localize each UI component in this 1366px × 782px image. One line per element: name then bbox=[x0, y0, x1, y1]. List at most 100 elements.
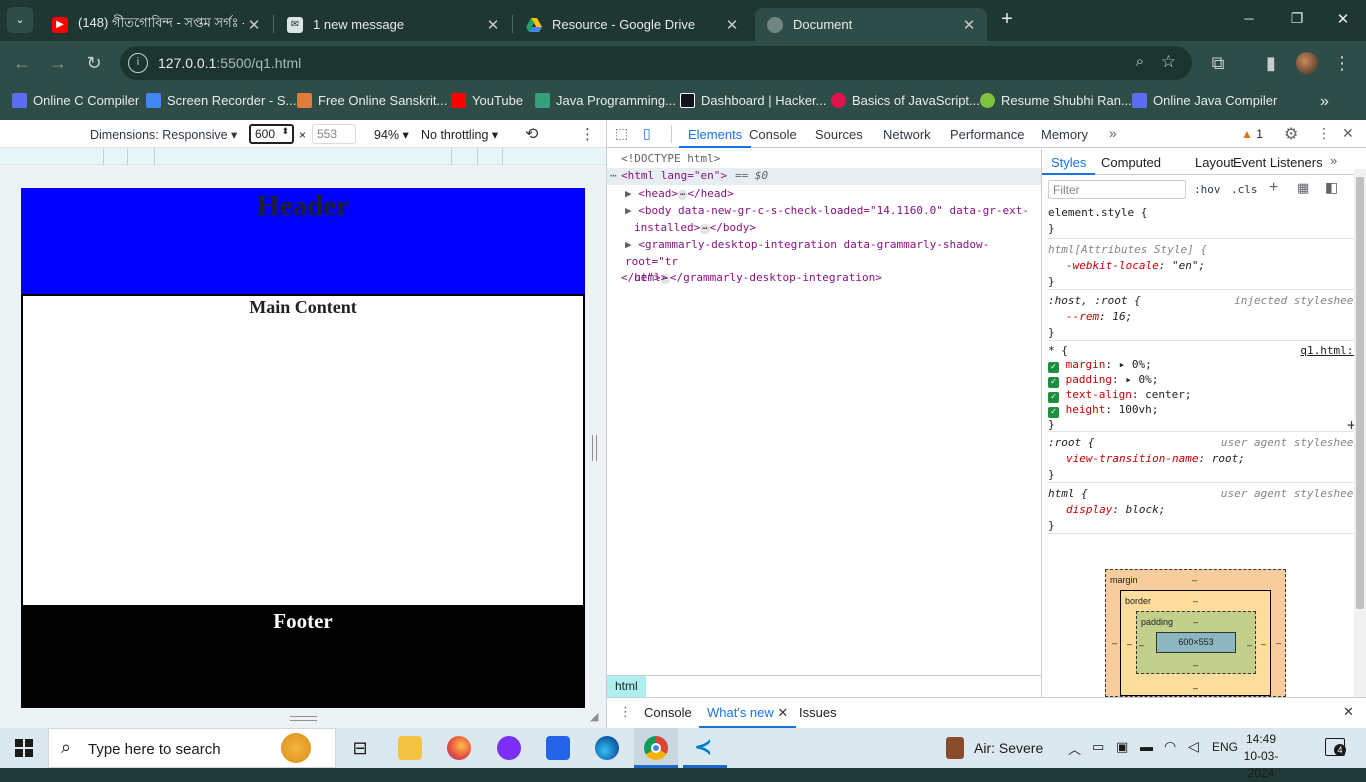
checkbox[interactable]: ✓ bbox=[1048, 392, 1059, 403]
width-input[interactable]: 600 ⬍ bbox=[249, 124, 294, 144]
declaration-margin[interactable]: ✓ margin: ▸ 0%; bbox=[1048, 358, 1362, 373]
declaration-height[interactable]: ✓ height: 100vh; bbox=[1048, 403, 1362, 418]
bookmark-item[interactable]: Online Java Compiler bbox=[1132, 93, 1277, 108]
source-link[interactable]: q1.html:8 bbox=[1300, 344, 1360, 358]
tab-styles[interactable]: Styles bbox=[1042, 149, 1096, 175]
tab-network[interactable]: Network bbox=[883, 127, 931, 142]
more-options-icon[interactable]: ⋮ bbox=[580, 125, 595, 143]
box-model-padding[interactable]: padding – – – – 600×553 bbox=[1136, 611, 1256, 674]
bookmark-item[interactable]: Online C Compiler bbox=[12, 93, 139, 108]
display-icon[interactable]: ▣ bbox=[1116, 739, 1128, 755]
device-toggle-icon[interactable]: ▯ bbox=[643, 125, 651, 142]
tab-computed[interactable]: Computed bbox=[1101, 155, 1161, 170]
bookmark-item[interactable]: Free Online Sanskrit... bbox=[297, 93, 447, 108]
tab-performance[interactable]: Performance bbox=[950, 127, 1024, 142]
box-model-content[interactable]: 600×553 bbox=[1156, 632, 1236, 653]
bookmark-item[interactable]: Java Programming... bbox=[535, 93, 676, 108]
declaration-padding[interactable]: ✓ padding: ▸ 0%; bbox=[1048, 373, 1362, 388]
news-app-icon[interactable] bbox=[546, 736, 570, 760]
firefox-icon[interactable] bbox=[447, 736, 471, 760]
paint-icon[interactable]: ▦ bbox=[1297, 180, 1309, 196]
dom-body[interactable]: ▶ <body data-new-gr-c-s-check-loaded="14… bbox=[625, 203, 1035, 237]
edge-icon[interactable] bbox=[595, 736, 619, 760]
drawer-tab-issues[interactable]: Issues bbox=[799, 705, 837, 720]
tab-elements[interactable]: Elements bbox=[679, 120, 752, 148]
box-model-border[interactable]: border – – – – padding – – – – 600×553 bbox=[1120, 590, 1271, 696]
zoom-dropdown[interactable]: 94% ▾ bbox=[374, 127, 409, 142]
tab-youtube[interactable]: ▶ (148) গীতগোবিন্দ - সপ্তম সর্গঃ - ✕ bbox=[40, 8, 272, 41]
more-styles-tabs-icon[interactable]: » bbox=[1330, 153, 1337, 168]
restore-button[interactable]: ❐ bbox=[1282, 10, 1312, 27]
resize-handle-bottom[interactable] bbox=[290, 716, 317, 721]
dom-grammarly[interactable]: ▶ <grammarly-desktop-integration data-gr… bbox=[625, 237, 1041, 288]
new-rule-plus-icon[interactable]: + bbox=[1269, 179, 1278, 197]
devtools-menu-icon[interactable]: ⋮ bbox=[1317, 125, 1331, 142]
bookmark-item[interactable]: Dashboard | Hacker... bbox=[680, 93, 827, 108]
media-query-bar[interactable] bbox=[0, 148, 606, 165]
clock[interactable]: 14:49 10-03-2024 bbox=[1236, 731, 1286, 782]
checkbox[interactable]: ✓ bbox=[1048, 407, 1059, 418]
rule-host-root[interactable]: :host, :root {injected stylesheet --rem:… bbox=[1048, 293, 1362, 341]
reload-icon[interactable]: ↻ bbox=[82, 51, 106, 75]
tab-message[interactable]: ✉ 1 new message ✕ bbox=[275, 8, 511, 41]
bookmark-item[interactable]: YouTube bbox=[451, 93, 523, 108]
windows-start-icon[interactable] bbox=[15, 739, 33, 757]
dimensions-dropdown[interactable]: Dimensions: Responsive ▾ bbox=[90, 127, 237, 142]
address-bar[interactable]: i 127.0.0.1:5500/q1.html ⌕ ☆ bbox=[120, 46, 1192, 80]
show-hidden-icons-chevron-icon[interactable]: ︿ bbox=[1068, 739, 1081, 758]
bookmark-star-icon[interactable]: ☆ bbox=[1161, 52, 1176, 72]
toggle-sidebar-icon[interactable]: ◧ bbox=[1325, 179, 1338, 196]
vscode-taskbar[interactable]: ≺ bbox=[683, 728, 727, 768]
zoom-search-icon[interactable]: ⌕ bbox=[1136, 53, 1144, 70]
hov-toggle[interactable]: :hov bbox=[1194, 183, 1221, 196]
styles-scrollbar[interactable] bbox=[1354, 169, 1366, 697]
close-tab-icon[interactable]: ✕ bbox=[244, 16, 264, 34]
chrome-taskbar-active[interactable] bbox=[634, 728, 678, 768]
checkbox[interactable]: ✓ bbox=[1048, 362, 1059, 373]
file-explorer-icon[interactable] bbox=[398, 736, 422, 760]
close-tab-icon[interactable]: ✕ bbox=[722, 16, 742, 34]
site-info-icon[interactable]: i bbox=[128, 53, 148, 73]
settings-gear-icon[interactable]: ⚙ bbox=[1284, 124, 1298, 144]
app-icon[interactable] bbox=[497, 736, 521, 760]
issues-warning-badge[interactable]: ▲ 1 bbox=[1241, 127, 1263, 141]
inspect-element-icon[interactable]: ⬚ bbox=[615, 125, 628, 142]
rule-element-style[interactable]: element.style {} bbox=[1048, 205, 1362, 239]
rule-html-ua[interactable]: html {user agent stylesheet display: blo… bbox=[1048, 486, 1362, 534]
tab-document[interactable]: Document ✕ bbox=[755, 8, 987, 41]
tab-search-button[interactable]: ⌄ bbox=[7, 7, 33, 33]
menu-kebab-icon[interactable]: ⋮ bbox=[1330, 51, 1354, 75]
notification-center-icon[interactable]: 4 bbox=[1325, 738, 1346, 756]
language-indicator[interactable]: ENG bbox=[1212, 740, 1238, 754]
rotate-icon[interactable]: ⟲ bbox=[525, 124, 538, 144]
breadcrumb-html[interactable]: html bbox=[607, 676, 646, 697]
tab-console[interactable]: Console bbox=[749, 127, 797, 142]
more-tabs-icon[interactable]: » bbox=[1109, 125, 1117, 141]
wifi-icon[interactable]: ◠ bbox=[1164, 738, 1176, 755]
weather-widget[interactable]: Air: Severe bbox=[946, 737, 1043, 759]
styles-filter-input[interactable]: Filter bbox=[1048, 180, 1186, 199]
minimize-button[interactable]: ─ bbox=[1234, 11, 1264, 26]
bookmark-item[interactable]: Basics of JavaScript... bbox=[831, 93, 980, 108]
box-model-margin[interactable]: margin – – – border – – – – padding – – … bbox=[1105, 569, 1286, 697]
throttling-dropdown[interactable]: No throttling ▾ bbox=[421, 127, 498, 142]
checkbox[interactable]: ✓ bbox=[1048, 377, 1059, 388]
extensions-icon[interactable]: ⧉ bbox=[1206, 51, 1230, 75]
bookmark-item[interactable]: Resume Shubhi Ran... bbox=[980, 93, 1132, 108]
side-panel-icon[interactable]: ▮ bbox=[1259, 51, 1283, 75]
resize-corner-icon[interactable]: ◢ bbox=[590, 710, 598, 723]
volume-icon[interactable]: ◁ bbox=[1188, 738, 1199, 755]
rule-universal[interactable]: * {q1.html:8 ✓ margin: ▸ 0%; ✓ padding: … bbox=[1048, 344, 1362, 433]
drawer-tab-console[interactable]: Console bbox=[644, 705, 692, 720]
forward-arrow-icon[interactable]: → bbox=[46, 51, 70, 75]
tab-google-drive[interactable]: Resource - Google Drive ✕ bbox=[514, 8, 750, 41]
cls-toggle[interactable]: .cls bbox=[1231, 183, 1258, 196]
rule-attributes-style[interactable]: html[Attributes Style] { -webkit-locale:… bbox=[1048, 242, 1362, 290]
new-tab-button[interactable]: + bbox=[995, 8, 1019, 32]
tab-event-listeners[interactable]: Event Listeners bbox=[1233, 155, 1323, 170]
taskbar-search-box[interactable]: ⌕ Type here to search bbox=[48, 728, 336, 768]
dom-html-close[interactable]: </html> bbox=[621, 270, 667, 287]
tab-sources[interactable]: Sources bbox=[815, 127, 863, 142]
close-window-button[interactable]: ✕ bbox=[1328, 10, 1358, 28]
tab-memory[interactable]: Memory bbox=[1041, 127, 1088, 142]
